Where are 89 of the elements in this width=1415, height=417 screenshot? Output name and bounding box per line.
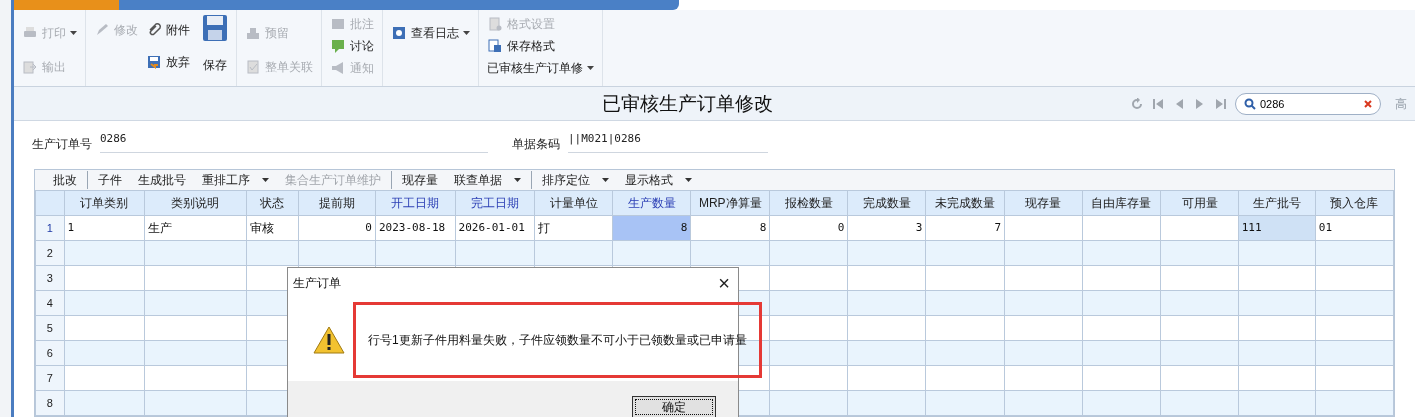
column-header[interactable]: 完成数量 bbox=[847, 190, 926, 216]
table-cell[interactable]: 1 bbox=[64, 215, 145, 241]
clear-icon[interactable] bbox=[1364, 99, 1372, 108]
caret-icon bbox=[262, 178, 269, 182]
column-header[interactable]: 状态 bbox=[246, 190, 299, 216]
row-number: 1 bbox=[35, 215, 65, 241]
row-number: 8 bbox=[35, 390, 65, 416]
table-cell[interactable]: 0 bbox=[769, 215, 848, 241]
toolbar-button[interactable]: 保存格式 bbox=[483, 35, 598, 56]
table-cell[interactable]: 2023-08-18 bbox=[375, 215, 456, 241]
toolbar-button[interactable]: 已审核生产订单修 bbox=[483, 57, 598, 78]
row-number: 5 bbox=[35, 315, 65, 341]
save-button[interactable]: 保存 bbox=[198, 13, 232, 74]
table-cell[interactable]: 3 bbox=[847, 215, 926, 241]
toolbar-button[interactable]: 讨论 bbox=[326, 35, 378, 56]
row-number: 7 bbox=[35, 365, 65, 391]
table-cell[interactable]: 7 bbox=[925, 215, 1005, 241]
table-cell[interactable]: 2026-01-01 bbox=[455, 215, 535, 241]
toolbar-button[interactable]: 放弃 bbox=[142, 51, 194, 72]
toolbar-button[interactable]: 重排工序 bbox=[198, 171, 273, 189]
caret-icon bbox=[463, 30, 470, 35]
table-cell[interactable]: 生产 bbox=[144, 215, 247, 241]
column-header[interactable]: 可用量 bbox=[1160, 190, 1239, 216]
pencil-icon bbox=[94, 21, 110, 38]
column-header[interactable]: 未完成数量 bbox=[925, 190, 1005, 216]
table-cell[interactable] bbox=[1004, 215, 1083, 241]
toolbar-button[interactable]: 显示格式 bbox=[621, 171, 696, 189]
column-header[interactable]: 生产批号 bbox=[1238, 190, 1316, 216]
table-cell[interactable]: 打 bbox=[534, 215, 613, 241]
caret-icon bbox=[685, 178, 692, 182]
refresh-icon[interactable] bbox=[1131, 97, 1143, 110]
table-cell[interactable] bbox=[1160, 215, 1239, 241]
row-number: 4 bbox=[35, 290, 65, 316]
confirm-button[interactable]: 确定 bbox=[632, 396, 716, 417]
toolbar-button[interactable]: 现存量 bbox=[398, 171, 442, 189]
document-check-icon bbox=[245, 58, 261, 75]
close-button[interactable]: × bbox=[718, 273, 730, 293]
toolbar-button[interactable]: 生成批号 bbox=[134, 171, 190, 189]
log-search-icon bbox=[391, 24, 407, 41]
search-icon bbox=[1244, 97, 1256, 110]
export-icon bbox=[22, 58, 38, 75]
caret-icon bbox=[602, 178, 609, 182]
first-page-icon[interactable] bbox=[1152, 97, 1164, 110]
row-number: 3 bbox=[35, 265, 65, 291]
table-cell[interactable]: 8 bbox=[690, 215, 770, 241]
table-cell[interactable]: 审核 bbox=[246, 215, 299, 241]
table-cell[interactable]: 01 bbox=[1315, 215, 1394, 241]
column-header[interactable]: 开工日期 bbox=[375, 190, 456, 216]
caret-icon bbox=[587, 65, 594, 70]
caret-icon bbox=[70, 30, 77, 35]
field-label: 单据条码 bbox=[512, 136, 560, 154]
column-header[interactable]: 类别说明 bbox=[144, 190, 247, 216]
megaphone-icon bbox=[330, 59, 346, 76]
row-number: 6 bbox=[35, 340, 65, 366]
toolbar-button[interactable]: 排序定位 bbox=[538, 171, 613, 189]
table-cell[interactable]: 8 bbox=[612, 215, 691, 241]
column-header[interactable]: 预入仓库 bbox=[1315, 190, 1394, 216]
page-title: 已审核生产订单修改 bbox=[602, 91, 773, 116]
search-field[interactable]: 0286 bbox=[1235, 92, 1381, 115]
column-header[interactable]: 自由库存量 bbox=[1082, 190, 1161, 216]
warning-icon bbox=[313, 325, 345, 354]
column-header[interactable]: 订单类别 bbox=[64, 190, 145, 216]
toolbar-button[interactable]: 附件 bbox=[142, 19, 194, 40]
column-header[interactable]: MRP净算量 bbox=[690, 190, 770, 216]
last-page-icon[interactable] bbox=[1215, 97, 1227, 110]
input-field[interactable]: 0286 bbox=[100, 131, 488, 154]
input-field[interactable]: ||M021|0286 bbox=[568, 131, 768, 154]
column-header[interactable]: 完工日期 bbox=[455, 190, 535, 216]
table-cell[interactable]: 0 bbox=[298, 215, 376, 241]
save-format-icon bbox=[487, 37, 503, 54]
paperclip-icon bbox=[146, 21, 162, 38]
column-header[interactable]: 报检数量 bbox=[769, 190, 848, 216]
toolbar-button[interactable]: 查看日志 bbox=[387, 22, 474, 43]
field-label: 生产订单号 bbox=[32, 136, 92, 154]
toolbar-button[interactable]: 联查单据 bbox=[450, 171, 525, 189]
column-header[interactable]: 提前期 bbox=[298, 190, 376, 216]
column-header[interactable]: 生产数量 bbox=[612, 190, 691, 216]
dialog-message: 行号1更新子件用料量失败，子件应领数量不可小于已领数量或已申请量 bbox=[353, 301, 762, 378]
caret-icon bbox=[514, 178, 521, 182]
column-header[interactable]: 计量单位 bbox=[534, 190, 613, 216]
format-settings-icon bbox=[487, 15, 503, 32]
speech-bubble-icon bbox=[330, 37, 346, 54]
row-number: 2 bbox=[35, 240, 65, 266]
column-header[interactable]: 现存量 bbox=[1004, 190, 1083, 216]
search-input[interactable]: 0286 bbox=[1260, 95, 1360, 113]
dialog-title: 生产订单 bbox=[293, 275, 341, 292]
table-cell[interactable] bbox=[1082, 215, 1161, 241]
toolbar-button[interactable]: 子件 bbox=[94, 171, 126, 189]
toolbar-button[interactable]: 批改 bbox=[49, 171, 81, 189]
